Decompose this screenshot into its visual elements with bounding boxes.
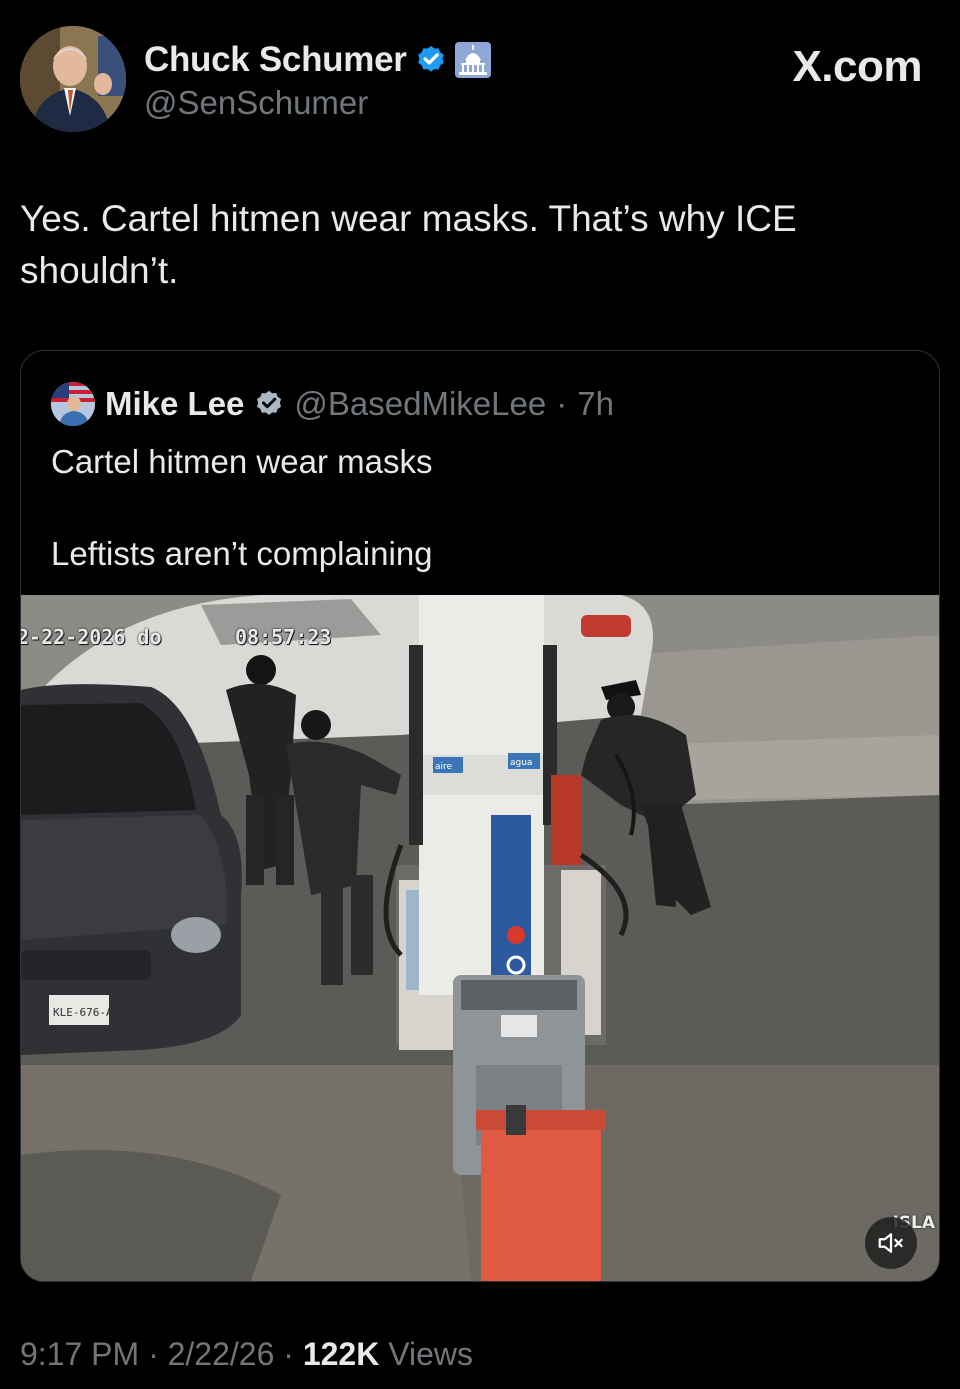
author-handle[interactable]: @SenSchumer [144, 84, 368, 122]
person-avatar-icon [20, 26, 126, 132]
person-avatar-icon [51, 382, 95, 426]
quoted-tweet-age[interactable]: 7h [577, 385, 614, 423]
tweet-text: Yes. Cartel hitmen wear masks. That’s wh… [20, 198, 807, 291]
pump-label-left: aire [435, 762, 453, 772]
verified-badge-icon [417, 46, 444, 72]
quoted-meta-separator: · [556, 385, 568, 422]
quoted-tweet-header: Mike Lee @BasedMikeLee · 7h [51, 381, 614, 427]
quoted-author-avatar[interactable] [51, 382, 95, 426]
video-player[interactable]: KLE-676-A aire agua 2-22-2026 do 08:57:2… [21, 595, 939, 1281]
video-frame: KLE-676-A aire agua [21, 595, 939, 1281]
quoted-tweet-card[interactable]: Mike Lee @BasedMikeLee · 7h Cartel hitme… [20, 350, 940, 1282]
tweet-footer: 9:17 PM · 2/22/26 · 122K Views [20, 1336, 473, 1373]
video-timestamp-date: 2-22-2026 do [21, 625, 162, 649]
quoted-tweet-line: Leftists aren’t complaining [51, 535, 433, 572]
footer-separator: · [148, 1336, 159, 1372]
speaker-muted-icon [878, 1233, 903, 1253]
pump-label-right: agua [510, 758, 532, 768]
quoted-tweet-line: Cartel hitmen wear masks [51, 443, 433, 480]
capitol-building-icon [454, 42, 491, 78]
footer-separator: · [283, 1336, 294, 1372]
quoted-tweet-text: Cartel hitmen wear masks Leftists aren’t… [51, 439, 911, 577]
author-avatar[interactable] [20, 26, 126, 132]
video-timestamp-time: 08:57:23 [235, 625, 332, 649]
views-count: 122K [302, 1336, 380, 1372]
mute-button[interactable] [865, 1217, 917, 1269]
license-plate-text: KLE-676-A [53, 1006, 113, 1019]
author-name[interactable]: Chuck Schumer [144, 40, 407, 80]
verified-badge-icon [257, 390, 282, 415]
quoted-author-name[interactable]: Mike Lee [105, 385, 244, 423]
views-label: Views [388, 1336, 473, 1372]
quoted-author-handle[interactable]: @BasedMikeLee [294, 385, 546, 423]
author-name-row: Chuck Schumer [144, 38, 491, 82]
tweet-header: Chuck Schumer @SenSchumer X.com [20, 26, 940, 136]
tweet-date[interactable]: 2/22/26 [168, 1336, 275, 1372]
brand-watermark: X.com [792, 42, 922, 91]
tweet-time[interactable]: 9:17 PM [20, 1336, 139, 1372]
